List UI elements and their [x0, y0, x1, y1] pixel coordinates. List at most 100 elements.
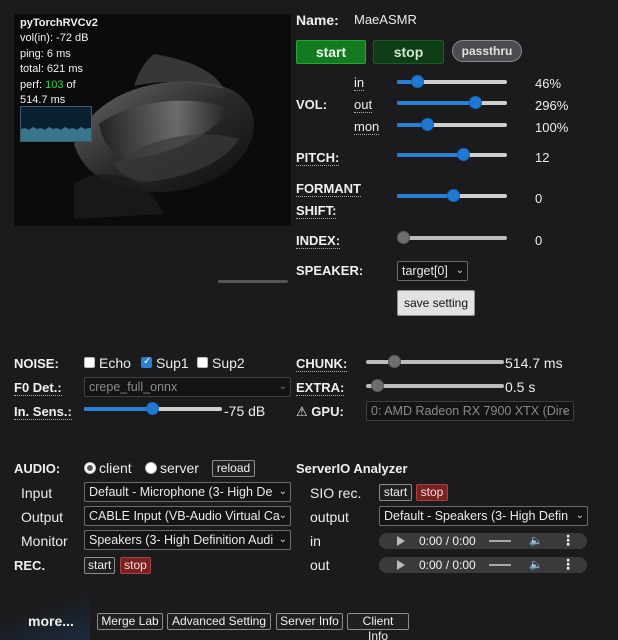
gpu-label-wrap: ⚠ GPU:	[296, 404, 344, 420]
f0-label: F0 Det.:	[14, 380, 62, 396]
play-icon[interactable]	[397, 536, 405, 546]
advanced-setting-button[interactable]: Advanced Setting	[167, 613, 271, 630]
monitor-device-select[interactable]: Speakers (3- High Definition Audi ⌄	[84, 530, 291, 550]
in-sens-label: In. Sens.:	[14, 404, 72, 420]
index-label: INDEX:	[296, 233, 341, 249]
sio-output-select[interactable]: Default - Speakers (3- High Defin ⌄	[379, 506, 588, 526]
rec-start-button[interactable]: start	[84, 557, 115, 574]
sio-stop-button[interactable]: stop	[416, 484, 448, 501]
sio-out-player[interactable]: 0:00 / 0:00 🔈 ⋮	[379, 556, 587, 573]
chunk-label: CHUNK:	[296, 356, 348, 372]
reload-button[interactable]: reload	[212, 460, 255, 477]
extra-label: EXTRA:	[296, 380, 345, 396]
sio-in-player[interactable]: 0:00 / 0:00 🔈 ⋮	[379, 532, 587, 549]
echo-label: Echo	[99, 355, 131, 371]
seek-bar[interactable]	[489, 564, 511, 566]
warning-icon: ⚠	[296, 404, 308, 419]
formant-slider[interactable]	[397, 189, 507, 203]
sup1-label: Sup1	[156, 355, 189, 371]
server-radio[interactable]	[145, 462, 157, 474]
more-link[interactable]: more...	[28, 613, 74, 629]
sup2-label: Sup2	[212, 355, 245, 371]
sup2-checkbox[interactable]	[197, 357, 208, 368]
merge-lab-button[interactable]: Merge Lab	[97, 613, 163, 630]
f0-select[interactable]: crepe_full_onnx ⌄	[84, 377, 291, 397]
formant-shift-label: SHIFT:	[296, 203, 337, 219]
speaker-select[interactable]: target[0] ⌄	[397, 261, 468, 281]
sio-start-button[interactable]: start	[379, 484, 412, 501]
passthru-button[interactable]: passthru	[452, 40, 522, 62]
volume-icon[interactable]: 🔈	[529, 534, 543, 547]
vol-in-slider[interactable]	[397, 75, 507, 89]
save-setting-button[interactable]: save setting	[397, 290, 475, 316]
chevron-down-icon: ⌄	[561, 405, 570, 416]
gpu-select[interactable]: 0: AMD Radeon RX 7900 XTX (Dire ⌄	[366, 401, 574, 421]
vol-out-value: 296%	[535, 98, 569, 113]
volume-icon[interactable]: 🔈	[529, 558, 543, 571]
index-value: 0	[535, 233, 543, 248]
output-device-select[interactable]: CABLE Input (VB-Audio Virtual Ca ⌄	[84, 506, 291, 526]
formant-label: FORMANT	[296, 181, 361, 197]
chevron-down-icon: ⌄	[575, 510, 584, 521]
vol-out-slider[interactable]	[397, 96, 507, 110]
output-label: Output	[21, 509, 64, 525]
chevron-down-icon: ⌄	[278, 381, 287, 392]
pitch-slider[interactable]	[397, 148, 507, 162]
extra-value: 0.5 s	[505, 379, 536, 395]
sio-in-time: 0:00 / 0:00	[419, 534, 476, 548]
server-label: server	[160, 460, 199, 476]
vol-mon-slider[interactable]	[397, 118, 507, 132]
client-info-button[interactable]: Client Info	[347, 613, 409, 640]
chunk-slider[interactable]	[366, 355, 504, 369]
client-radio[interactable]	[84, 462, 96, 474]
sup1-checkbox[interactable]	[141, 356, 152, 368]
perf-graph	[20, 106, 92, 142]
in-sens-slider[interactable]	[84, 402, 222, 416]
ping-readout: ping: 6 ms	[20, 47, 71, 60]
extra-slider[interactable]	[366, 379, 504, 393]
model-type: pyTorchRVCv2	[20, 17, 98, 29]
monitor-label: Monitor	[21, 533, 68, 549]
vol-out-label: out	[354, 97, 373, 113]
pitch-value: 12	[535, 150, 550, 165]
perf-value: 103	[45, 78, 64, 91]
index-slider[interactable]	[397, 231, 507, 245]
more-vert-icon[interactable]: ⋮	[561, 532, 575, 549]
perf-readout: perf: 103 of	[20, 78, 76, 91]
start-button[interactable]: start	[296, 40, 366, 64]
vol-label: VOL:	[296, 97, 328, 112]
model-name: MaeASMR	[354, 12, 417, 27]
vol-in-readout: vol(in): -72 dB	[20, 32, 89, 45]
rec-label: REC.	[14, 558, 46, 573]
echo-checkbox[interactable]	[84, 357, 95, 368]
gpu-label: GPU:	[311, 404, 344, 419]
play-icon[interactable]	[397, 560, 405, 570]
vol-in-label: in	[354, 75, 365, 91]
pitch-label: PITCH:	[296, 150, 340, 166]
chevron-down-icon: ⌄	[278, 510, 287, 521]
vol-in-value: 46%	[535, 76, 562, 91]
chevron-down-icon: ⌄	[278, 486, 287, 497]
total-readout: total: 621 ms	[20, 63, 83, 76]
resize-handle[interactable]	[218, 280, 288, 283]
rec-stop-button[interactable]: stop	[120, 557, 151, 574]
serverio-title: ServerIO Analyzer	[296, 461, 408, 476]
sio-in-label: in	[310, 533, 321, 549]
sio-rec-label: SIO rec.	[310, 485, 362, 501]
chunk-value: 514.7 ms	[505, 355, 563, 371]
vol-mon-value: 100%	[535, 120, 569, 135]
audio-label: AUDIO:	[14, 461, 61, 476]
client-label: client	[99, 460, 132, 476]
chevron-down-icon: ⌄	[278, 534, 287, 545]
sio-output-label: output	[310, 509, 349, 525]
seek-bar[interactable]	[489, 540, 511, 542]
input-device-select[interactable]: Default - Microphone (3- High De ⌄	[84, 482, 291, 502]
stop-button[interactable]: stop	[373, 40, 444, 64]
more-vert-icon[interactable]: ⋮	[561, 556, 575, 573]
speaker-label: SPEAKER:	[296, 263, 364, 278]
sio-out-time: 0:00 / 0:00	[419, 558, 476, 572]
name-label: Name:	[296, 12, 339, 28]
noise-label: NOISE:	[14, 356, 59, 371]
server-info-button[interactable]: Server Info	[276, 613, 343, 630]
stats-overlay: pyTorchRVCv2 vol(in): -72 dB ping: 6 ms …	[20, 16, 98, 108]
